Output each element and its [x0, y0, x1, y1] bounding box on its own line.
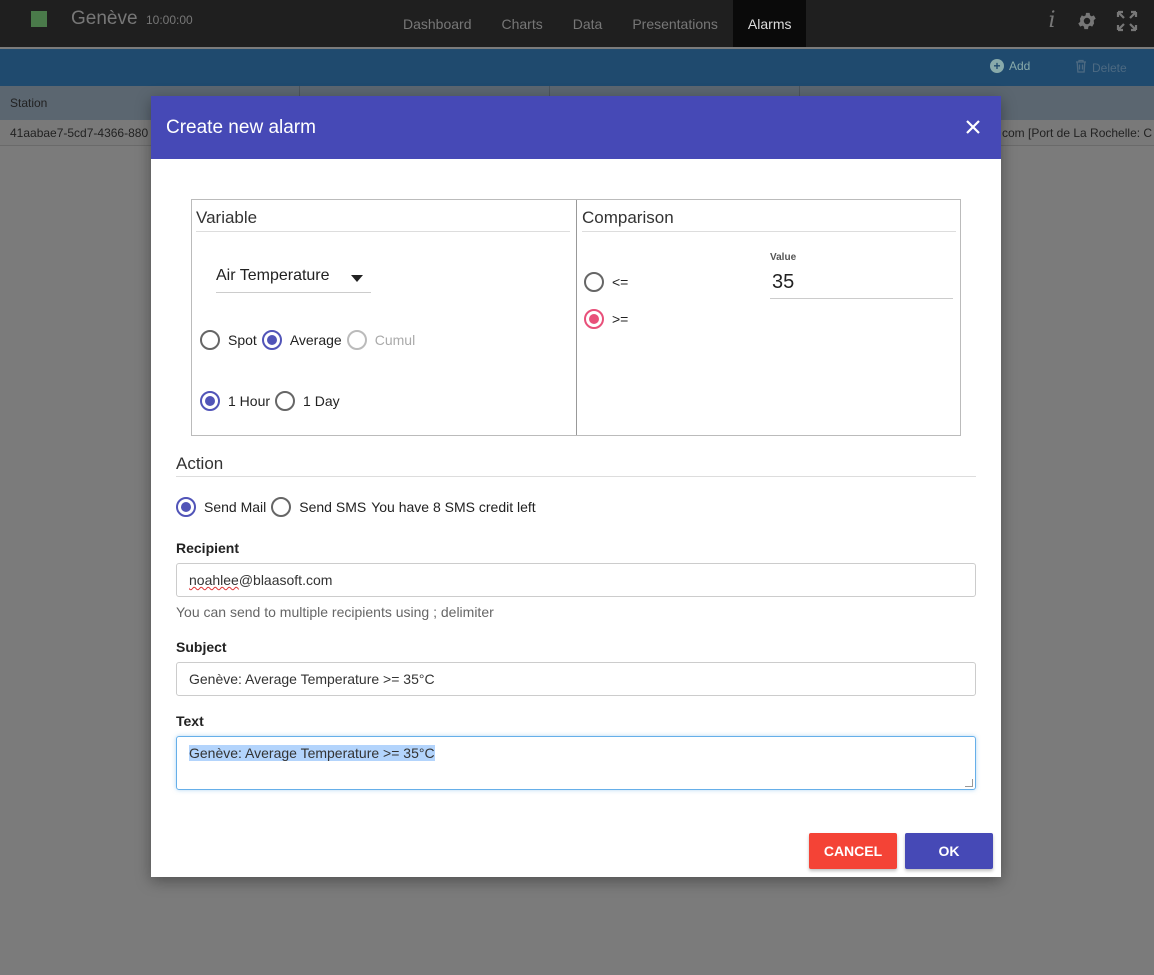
nav-presentations[interactable]: Presentations [617, 0, 733, 47]
subject-input[interactable]: Genève: Average Temperature >= 35°C [176, 662, 976, 696]
radio-send-mail[interactable] [176, 497, 196, 517]
info-icon[interactable]: i [1046, 8, 1058, 33]
recipient-value-misspelled: noahlee [189, 572, 239, 588]
create-alarm-dialog: Create new alarm Variable Air Temperatur… [151, 96, 1001, 877]
nav-data[interactable]: Data [558, 0, 618, 47]
action-radio-group: Send Mail Send SMS You have 8 SMS credit… [176, 497, 536, 517]
caret-down-icon [351, 275, 363, 282]
recipient-help-text: You can send to multiple recipients usin… [176, 604, 494, 620]
add-button[interactable]: + Add [990, 59, 1030, 73]
radio-1-day[interactable] [275, 391, 296, 411]
radio-greater-equal[interactable] [584, 309, 604, 329]
plus-circle-icon: + [990, 59, 1004, 73]
recipient-input[interactable]: noahlee@blaasoft.com [176, 563, 976, 597]
nav-alarms[interactable]: Alarms [732, 0, 807, 47]
radio-1-hour-label: 1 Hour [228, 393, 271, 409]
top-icons: i [1046, 8, 1138, 33]
variable-title-divider [196, 231, 570, 232]
trash-icon [1075, 59, 1087, 76]
main-nav: Dashboard Charts Data Presentations Alar… [388, 0, 807, 47]
value-input[interactable]: 35 [770, 271, 953, 299]
recipient-label: Recipient [176, 540, 240, 556]
operator-le: <= [584, 272, 633, 292]
cancel-button[interactable]: CANCEL [809, 833, 897, 869]
period-radio-group: 1 Hour 1 Day [200, 391, 345, 411]
dialog-title: Create new alarm [166, 117, 316, 138]
gear-icon[interactable] [1076, 10, 1098, 32]
fullscreen-icon[interactable] [1116, 10, 1138, 32]
condition-box: Variable Air Temperature Spot Average Cu… [191, 199, 961, 436]
station-name: Genève [71, 8, 138, 29]
row-station-cell: 41aabae7-5cd7-4366-880 [10, 126, 149, 140]
radio-average[interactable] [261, 330, 282, 350]
add-label: Add [1009, 59, 1031, 73]
nav-charts[interactable]: Charts [487, 0, 558, 47]
nav-dashboard[interactable]: Dashboard [388, 0, 487, 47]
variable-select[interactable]: Air Temperature [216, 267, 371, 293]
close-icon[interactable] [964, 118, 982, 136]
radio-cumul-label: Cumul [374, 332, 416, 348]
radio-1-hour[interactable] [200, 391, 220, 411]
operator-ge: >= [584, 309, 633, 329]
alarms-toolbar: + Add Delete [0, 49, 1154, 86]
resize-grip-icon[interactable] [965, 779, 973, 787]
text-textarea[interactable]: Genève: Average Temperature >= 35°C [176, 736, 976, 790]
radio-cumul[interactable] [346, 330, 367, 350]
delete-label: Delete [1092, 60, 1127, 75]
delete-button[interactable]: Delete [1075, 59, 1127, 76]
radio-send-sms[interactable] [271, 497, 292, 517]
radio-1-day-label: 1 Day [303, 393, 340, 409]
top-navbar: Genève 10:00:00 Dashboard Charts Data Pr… [0, 0, 1154, 47]
subject-label: Subject [176, 639, 227, 655]
action-title-divider [176, 476, 976, 477]
radio-spot-label: Spot [228, 332, 257, 348]
condition-divider [576, 200, 577, 435]
comparison-section-title: Comparison [582, 208, 674, 227]
radio-send-sms-label: Send SMS [299, 499, 367, 515]
station-status-indicator [31, 11, 47, 27]
aggregation-radio-group: Spot Average Cumul [200, 330, 420, 350]
value-label: Value [770, 252, 797, 263]
variable-select-value: Air Temperature [216, 267, 330, 284]
ok-button[interactable]: OK [905, 833, 993, 869]
radio-spot[interactable] [200, 330, 220, 350]
comparison-title-divider [582, 231, 956, 232]
radio-send-mail-label: Send Mail [204, 499, 267, 515]
radio-greater-equal-label: >= [612, 311, 629, 327]
station-time: 10:00:00 [146, 13, 193, 27]
text-label: Text [176, 713, 204, 729]
radio-average-label: Average [289, 332, 342, 348]
text-textarea-value: Genève: Average Temperature >= 35°C [189, 745, 435, 761]
recipient-value-domain: @blaasoft.com [238, 572, 333, 588]
row-recipient-cell: com [Port de La Rochelle: C [1002, 126, 1153, 140]
radio-less-equal-label: <= [612, 274, 629, 290]
radio-less-equal[interactable] [584, 272, 604, 292]
dialog-header: Create new alarm [151, 96, 1001, 159]
action-section-title: Action [176, 454, 224, 473]
sms-credit-text: You have 8 SMS credit left [371, 499, 536, 515]
variable-section-title: Variable [196, 208, 258, 227]
